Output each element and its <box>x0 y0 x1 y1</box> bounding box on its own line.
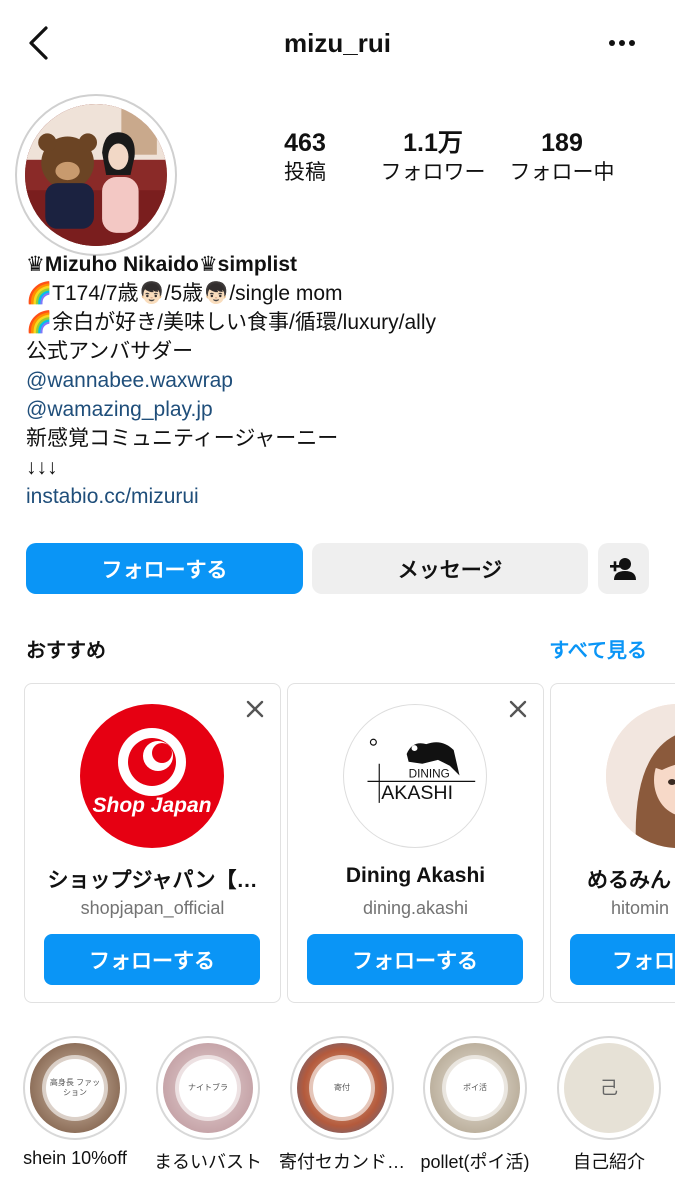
suggested-card[interactable]: めるみん hitomin フォロ <box>550 683 675 1003</box>
profile-avatar-ring[interactable] <box>15 94 177 256</box>
story-highlight[interactable]: 寄付 寄付セカンド… <box>279 1036 405 1174</box>
suggested-username: shopjapan_official <box>80 898 225 918</box>
bio-line: 🌈余白が好き/美味しい食事/循環/luxury/ally <box>26 311 437 334</box>
highlight-cover: ナイトブラ <box>163 1043 253 1133</box>
highlight-ring: 高身長 ファッション <box>23 1036 127 1140</box>
suggested-avatar: DINING AKASHI <box>343 704 487 848</box>
story-highlight[interactable]: ポイ活 pollet(ポイ活) <box>420 1036 530 1174</box>
story-highlight[interactable]: ナイトブラ まるいバスト <box>154 1036 262 1174</box>
highlight-cover: ポイ活 <box>430 1043 520 1133</box>
stat-following-label: フォロー中 <box>509 161 615 184</box>
bio-line: 新感覚コミュニティージャーニー <box>26 427 339 450</box>
avatar-photo <box>25 104 167 246</box>
highlight-badge-text: 己 <box>600 1078 618 1098</box>
bio-display-name: ♛Mizuho Nikaido♛simplist <box>26 253 298 276</box>
highlight-ring: 寄付 <box>290 1036 394 1140</box>
message-button[interactable]: メッセージ <box>312 543 588 594</box>
dining-logo-text: DINING <box>409 767 450 780</box>
story-highlight[interactable]: 己 自己紹介 <box>556 1036 662 1174</box>
dismiss-button[interactable] <box>244 698 266 720</box>
highlight-label: shein 10%off <box>23 1148 127 1168</box>
suggested-heading: おすすめ <box>26 640 106 662</box>
bio-website-link[interactable]: instabio.cc/mizurui <box>26 482 656 511</box>
profile-stats: 463 投稿 1.1万 フォロワー 189 フォロー中 <box>240 128 640 198</box>
add-person-icon <box>609 557 636 580</box>
bio-line: ↓↓↓ <box>26 456 58 479</box>
highlight-label: pollet(ポイ活) <box>420 1152 530 1172</box>
suggested-name: Dining Akashi <box>345 864 486 887</box>
suggested-name: めるみん <box>587 869 671 892</box>
bio-mention-link[interactable]: @wamazing_play.jp <box>26 395 656 424</box>
stat-posts[interactable]: 463 投稿 <box>240 128 370 188</box>
suggested-name: ショップジャパン【… <box>47 869 258 892</box>
bio-mention-link[interactable]: @wannabee.waxwrap <box>26 366 656 395</box>
see-all-link[interactable]: すべて見る <box>549 634 647 663</box>
highlight-badge-text: ポイ活 <box>446 1059 504 1117</box>
suggested-card[interactable]: Shop Japan ショップジャパン【… shopjapan_official… <box>24 683 281 1003</box>
header: mizu_rui <box>0 0 675 88</box>
akashi-logo-text: AKASHI <box>381 782 453 804</box>
suggested-follow-button[interactable]: フォローする <box>307 934 523 985</box>
suggested-card[interactable]: DINING AKASHI Dining Akashi dining.akash… <box>287 683 544 1003</box>
highlight-label: 寄付セカンド… <box>279 1152 405 1172</box>
page-title: mizu_rui <box>284 28 391 58</box>
suggested-avatar: Shop Japan <box>80 704 224 848</box>
highlight-cover: 寄付 <box>297 1043 387 1133</box>
highlight-ring: ナイトブラ <box>156 1036 260 1140</box>
stat-followers-label: フォロワー <box>380 161 486 184</box>
profile-page: mizu_rui 463 投稿 1.1万 フォロワー 189 フォロー中 ♛Mi… <box>0 0 675 1200</box>
more-options-button[interactable] <box>607 32 637 54</box>
dismiss-button[interactable] <box>507 698 529 720</box>
stat-followers-value: 1.1万 <box>403 129 463 157</box>
stat-posts-value: 463 <box>284 129 326 157</box>
bio-line: 🌈T174/7歳👦🏻/5歳👦🏻/single mom <box>26 282 343 305</box>
highlight-label: まるいバスト <box>154 1152 262 1172</box>
highlight-badge-text: 高身長 ファッション <box>46 1059 104 1117</box>
profile-avatar <box>25 104 167 246</box>
close-icon <box>246 700 264 718</box>
stat-posts-label: 投稿 <box>284 161 326 184</box>
close-icon <box>509 700 527 718</box>
suggested-follow-button[interactable]: フォロ <box>570 934 675 985</box>
bio-line: 公式アンバサダー <box>26 340 194 363</box>
highlight-cover: 高身長 ファッション <box>30 1043 120 1133</box>
highlight-badge-text: ナイトブラ <box>179 1059 237 1117</box>
profile-bio: ♛Mizuho Nikaido♛simplist 🌈T174/7歳👦🏻/5歳👦🏻… <box>26 250 656 511</box>
suggested-username: dining.akashi <box>362 898 469 918</box>
highlight-ring: 己 <box>557 1036 661 1140</box>
story-highlight[interactable]: 高身長 ファッション shein 10%off <box>22 1036 128 1169</box>
highlight-cover: 己 <box>564 1043 654 1133</box>
suggest-users-button[interactable] <box>598 543 649 594</box>
suggested-username: hitomin <box>611 898 670 918</box>
shopjapan-logo-text: Shop Japan <box>92 794 211 817</box>
stat-following[interactable]: 189 フォロー中 <box>497 128 627 188</box>
suggested-follow-button[interactable]: フォローする <box>44 934 260 985</box>
follow-button[interactable]: フォローする <box>26 543 303 594</box>
suggested-avatar <box>606 704 675 848</box>
highlight-ring: ポイ活 <box>423 1036 527 1140</box>
highlight-label: 自己紹介 <box>573 1152 645 1172</box>
stat-followers[interactable]: 1.1万 フォロワー <box>368 128 498 188</box>
highlight-badge-text: 寄付 <box>313 1059 371 1117</box>
more-horizontal-icon <box>609 40 635 46</box>
stat-following-value: 189 <box>541 129 583 157</box>
